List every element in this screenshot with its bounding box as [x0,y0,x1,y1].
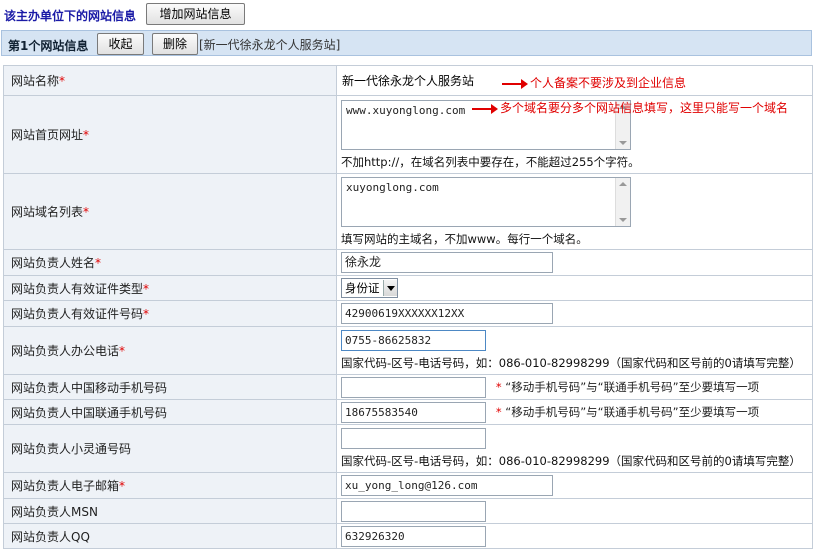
site-name-label: 网站名称* [3,65,337,96]
domain-list-help: 填写网站的主域名，不加www。每行一个域名。 [341,231,588,246]
phs-input[interactable] [341,428,486,449]
qq-input[interactable]: 632926320 [341,525,486,547]
form-row-mobile-unicom: 网站负责人中国联通手机号码 18675583540 * “移动手机号码”与“联通… [3,399,813,425]
phs-label: 网站负责人小灵通号码 [3,424,337,473]
form-row-domain-list: 网站域名列表* xuyonglong.com 填写网站的主域名，不加www。每行… [3,173,813,250]
form-row-homepage-url: 网站首页网址* www.xuyonglong.com 不加http://，在域名… [3,95,813,174]
form-row-msn: 网站负责人MSN [3,498,813,524]
site-tag: [新一代徐永龙个人服务站] [199,38,341,52]
email-cell: xu_yong_long@126.com [336,472,813,499]
delete-button[interactable]: 删除 [152,33,198,55]
homepage-url-help: 不加http://，在域名列表中要存在，不能超过255个字符。 [341,154,640,169]
domain-list-label: 网站域名列表* [3,173,337,250]
site-info-form: 网站名称* 新一代徐永龙个人服务站 个人备案不要涉及到企业信息 网站首页网址* … [3,65,813,549]
add-site-info-button[interactable]: 增加网站信息 [146,3,245,25]
site-name-value: 新一代徐永龙个人服务站 [342,74,475,88]
id-number-label: 网站负责人有效证件号码* [3,300,337,327]
red-arrow-icon [502,78,528,89]
phs-cell: 国家代码-区号-电话号码，如：086-010-82998299（国家代码和区号前… [336,424,813,473]
domain-list-textarea[interactable]: xuyonglong.com [341,176,631,227]
scroll-up-icon[interactable] [619,181,627,186]
email-label: 网站负责人电子邮箱* [3,472,337,499]
mobile-cmcc-input[interactable] [341,376,486,398]
chevron-down-icon[interactable] [382,280,397,296]
page-title: 该主办单位下的网站信息 [4,9,137,23]
msn-label: 网站负责人MSN [3,498,337,524]
mobile-unicom-note: * “移动手机号码”与“联通手机号码”至少要填写一项 [495,405,760,419]
scroll-down-icon[interactable] [619,217,627,222]
homepage-url-label: 网站首页网址* [3,95,337,174]
mobile-unicom-cell: 18675583540 * “移动手机号码”与“联通手机号码”至少要填写一项 [336,399,813,425]
office-phone-input[interactable]: 0755-86625832 [341,330,486,351]
site-section-header: 第1个网站信息 收起 删除 [新一代徐永龙个人服务站] [1,30,812,56]
owner-name-input[interactable]: 徐永龙 [341,252,553,273]
mobile-unicom-label: 网站负责人中国联通手机号码 [3,399,337,425]
owner-name-label: 网站负责人姓名* [3,249,337,276]
office-phone-label: 网站负责人办公电话* [3,326,337,375]
qq-label: 网站负责人QQ [3,523,337,549]
scroll-down-icon[interactable] [619,140,627,145]
domain-list-cell: xuyonglong.com 填写网站的主域名，不加www。每行一个域名。 [336,173,813,250]
site-name-cell: 新一代徐永龙个人服务站 个人备案不要涉及到企业信息 [336,65,813,96]
site-name-annotation: 个人备案不要涉及到企业信息 [502,74,686,91]
qq-cell: 632926320 [336,523,813,549]
form-row-email: 网站负责人电子邮箱* xu_yong_long@126.com [3,472,813,499]
office-phone-help: 国家代码-区号-电话号码，如：086-010-82998299（国家代码和区号前… [341,356,801,370]
id-number-cell: 42900619XXXXXX12XX [336,300,813,327]
id-number-input[interactable]: 42900619XXXXXX12XX [341,303,553,324]
section-title: 第1个网站信息 [8,39,89,53]
red-arrow-icon [472,103,498,114]
email-input[interactable]: xu_yong_long@126.com [341,475,553,496]
form-row-id-number: 网站负责人有效证件号码* 42900619XXXXXX12XX [3,300,813,327]
office-phone-cell: 0755-86625832 国家代码-区号-电话号码，如：086-010-829… [336,326,813,375]
form-row-office-phone: 网站负责人办公电话* 0755-86625832 国家代码-区号-电话号码，如：… [3,326,813,375]
textarea-scrollbar[interactable] [615,177,630,226]
form-row-mobile-cmcc: 网站负责人中国移动手机号码 * “移动手机号码”与“联通手机号码”至少要填写一项 [3,374,813,400]
id-type-label: 网站负责人有效证件类型* [3,275,337,301]
homepage-url-annotation: 多个域名要分多个网站信息填写，这里只能写一个域名 [472,99,788,116]
top-bar: 该主办单位下的网站信息 增加网站信息 [0,0,813,30]
id-type-cell: 身份证 [336,275,813,301]
form-row-phs: 网站负责人小灵通号码 国家代码-区号-电话号码，如：086-010-829982… [3,424,813,473]
mobile-cmcc-label: 网站负责人中国移动手机号码 [3,374,337,400]
mobile-cmcc-note: * “移动手机号码”与“联通手机号码”至少要填写一项 [495,380,760,394]
homepage-url-cell: www.xuyonglong.com 不加http://，在域名列表中要存在，不… [336,95,813,174]
collapse-button[interactable]: 收起 [97,33,144,55]
owner-name-cell: 徐永龙 [336,249,813,276]
msn-cell [336,498,813,524]
id-type-select[interactable]: 身份证 [341,278,398,298]
msn-input[interactable] [341,500,486,522]
form-row-qq: 网站负责人QQ 632926320 [3,523,813,549]
form-row-site-name: 网站名称* 新一代徐永龙个人服务站 个人备案不要涉及到企业信息 [3,65,813,96]
mobile-unicom-input[interactable]: 18675583540 [341,401,486,423]
phs-help: 国家代码-区号-电话号码，如：086-010-82998299（国家代码和区号前… [341,454,801,468]
mobile-cmcc-cell: * “移动手机号码”与“联通手机号码”至少要填写一项 [336,374,813,400]
form-row-owner-name: 网站负责人姓名* 徐永龙 [3,249,813,276]
form-row-id-type: 网站负责人有效证件类型* 身份证 [3,275,813,301]
